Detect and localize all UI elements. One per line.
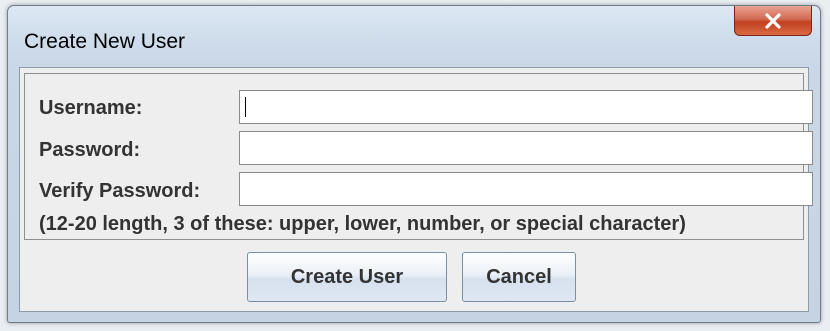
text-cursor <box>245 97 246 117</box>
cancel-button[interactable]: Cancel <box>462 252 576 302</box>
verify-password-input[interactable] <box>239 172 813 206</box>
create-user-button[interactable]: Create User <box>247 252 447 302</box>
button-bar: Create User Cancel <box>24 240 804 306</box>
username-label: Username: <box>39 97 143 119</box>
title-bar[interactable]: Create New User <box>8 6 820 66</box>
username-input[interactable] <box>239 90 813 124</box>
password-label: Password: <box>39 139 141 161</box>
password-requirements-hint: (12-20 length, 3 of these: upper, lower,… <box>39 213 686 235</box>
password-input[interactable] <box>239 131 813 165</box>
close-x-icon <box>765 12 781 29</box>
dialog-title: Create New User <box>24 30 186 53</box>
user-form-panel: Username: Password: Verify Password: (12… <box>24 73 813 240</box>
create-user-dialog: Create New User Username: Password: Veri… <box>7 5 821 323</box>
dialog-content: Username: Password: Verify Password: (12… <box>19 67 813 312</box>
verify-password-label: Verify Password: <box>39 180 201 202</box>
close-button[interactable] <box>734 6 812 36</box>
